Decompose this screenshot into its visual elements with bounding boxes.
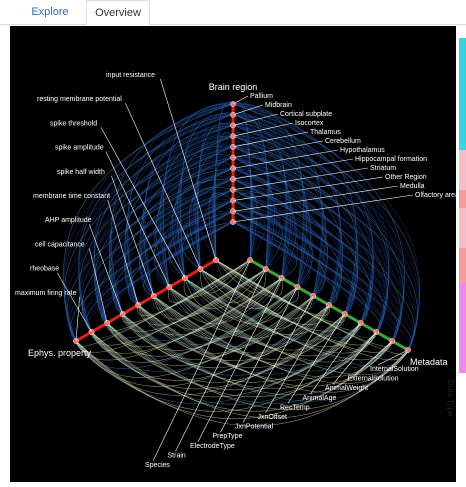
brain-region-label: Other Region <box>385 174 427 181</box>
ephys-property-label: membrane time constant <box>33 193 110 200</box>
tab-overview[interactable]: Overview <box>86 0 150 25</box>
metadata-label: ElectrodeType <box>190 443 235 450</box>
legend-swatch-ephys-4[interactable] <box>459 248 466 283</box>
brain-region-label: Cerebellum <box>325 138 361 145</box>
legend-swatch-brain[interactable] <box>459 38 466 150</box>
metadata-label: InternalSolution <box>370 366 419 373</box>
ephys-property-label: rheobase <box>30 266 59 273</box>
data-type-legend <box>459 38 466 478</box>
legend-swatch-meta[interactable] <box>459 283 466 373</box>
hive-plot[interactable]: Pallium Midbrain Cortical subplate Isocorte… <box>10 26 463 482</box>
brain-region-label: Striatum <box>370 165 396 172</box>
legend-title: Data Type <box>446 380 455 417</box>
ephys-property-label: maximum firing rate <box>15 290 77 297</box>
hive-plot-svg[interactable]: Pallium Midbrain Cortical subplate Isocorte… <box>10 26 463 482</box>
brain-region-label: Midbrain <box>265 102 292 109</box>
ephys-property-label: spike amplitude <box>55 145 104 152</box>
metadata-label: Species <box>145 462 170 469</box>
metadata-label: JxnPotential <box>235 424 274 431</box>
metadata-label: RecTemp <box>280 404 310 411</box>
ephys-property-label: resting membrane potential <box>37 96 122 103</box>
legend-swatch-ephys-2[interactable] <box>459 190 466 208</box>
ephys-property-label: spike half width <box>57 169 105 176</box>
metadata-label: PrepType <box>213 433 243 440</box>
metadata-axis-title: Metadata <box>410 357 448 367</box>
brain-region-leader-line <box>232 95 249 105</box>
brain-region-node[interactable] <box>230 133 236 140</box>
brain-region-label: Isocortex <box>295 120 324 127</box>
ephys-property-label: cell capacitance <box>35 241 85 248</box>
brain-region-label: Olfactory areas <box>415 192 456 199</box>
ephys-property-label: input resistance <box>106 72 155 79</box>
metadata-label: AnimalAge <box>303 395 337 402</box>
brain-region-label: Cortical subplate <box>280 111 332 118</box>
ephys-property-label: spike threshold <box>50 120 97 127</box>
metadata-label: ExternalSolution <box>348 376 399 383</box>
tab-bar: Explore Overview <box>0 0 466 25</box>
legend-swatch-ephys-1[interactable] <box>459 150 466 190</box>
brain-region-label: Hypothalamus <box>340 147 385 154</box>
metadata-label: JxnOffset <box>258 414 287 421</box>
tab-explore[interactable]: Explore <box>14 0 86 25</box>
brain-region-label: Medulla <box>400 183 425 190</box>
ephys-property-label: AHP amplitude <box>45 217 92 224</box>
metadata-label: AnimalWeight <box>325 385 368 392</box>
brain-region-label: Hippocampal formation <box>355 156 427 163</box>
brain-region-axis-title: Brain region <box>209 82 258 92</box>
brain-region-label: Pallium <box>250 93 273 100</box>
legend-swatch-ephys-3[interactable] <box>459 208 466 248</box>
brain-region-label: Thalamus <box>310 129 341 136</box>
ephys-property-axis-title: Ephys. property <box>28 348 92 358</box>
metadata-label: Strain <box>168 452 186 459</box>
